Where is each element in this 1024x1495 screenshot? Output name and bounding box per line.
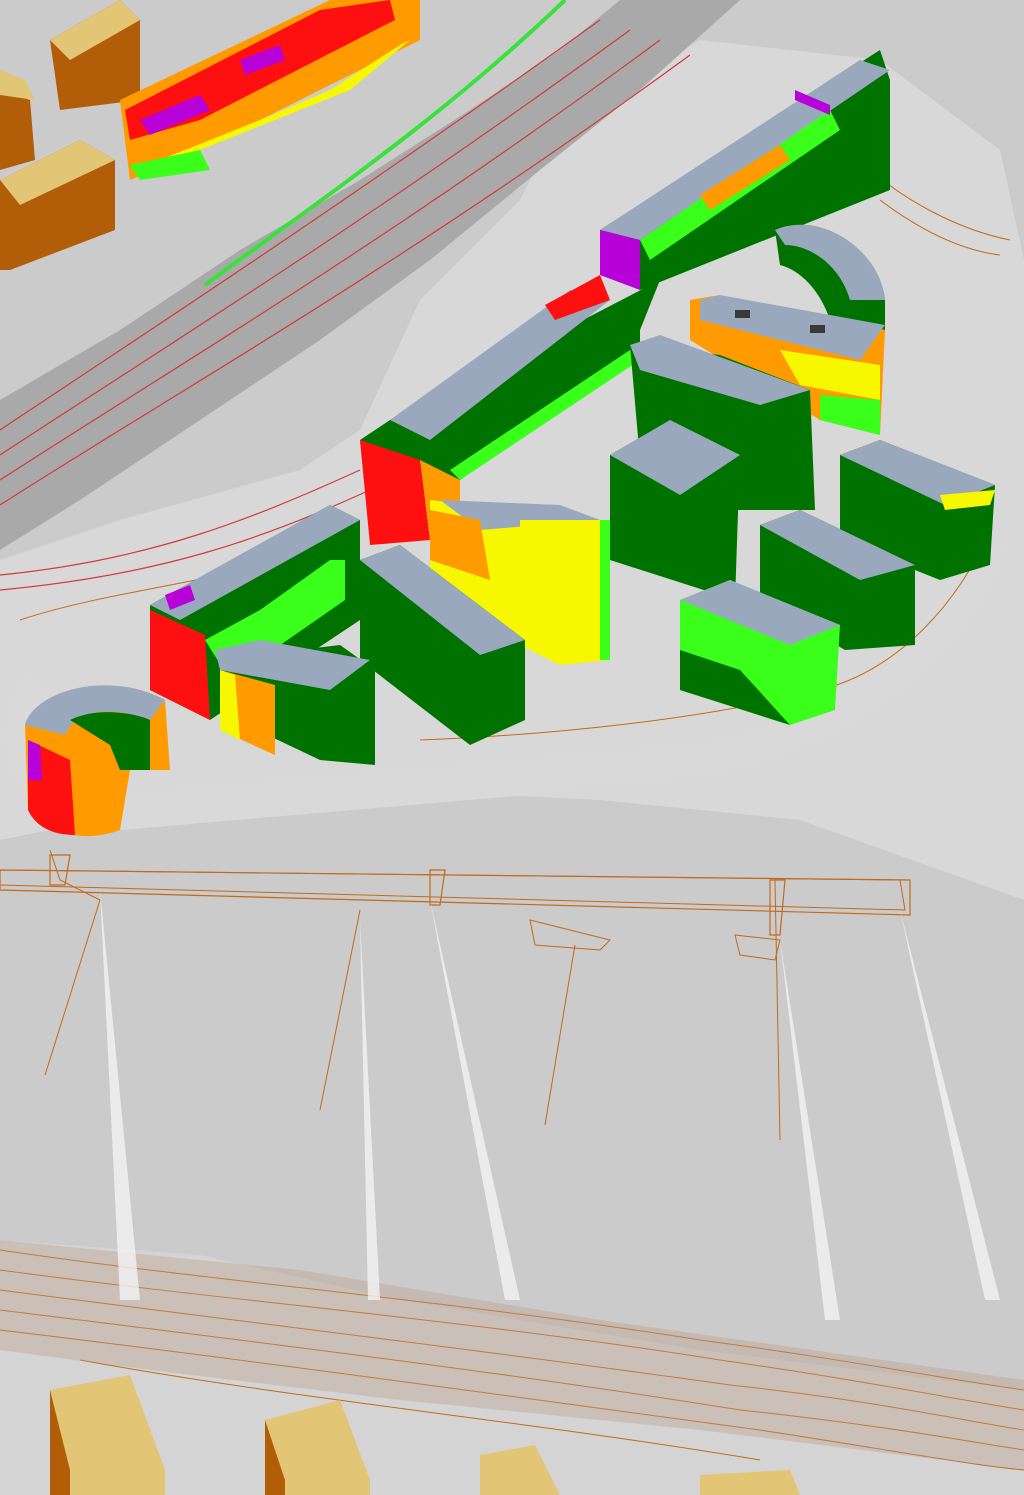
map-3d-scene xyxy=(0,0,1024,1495)
